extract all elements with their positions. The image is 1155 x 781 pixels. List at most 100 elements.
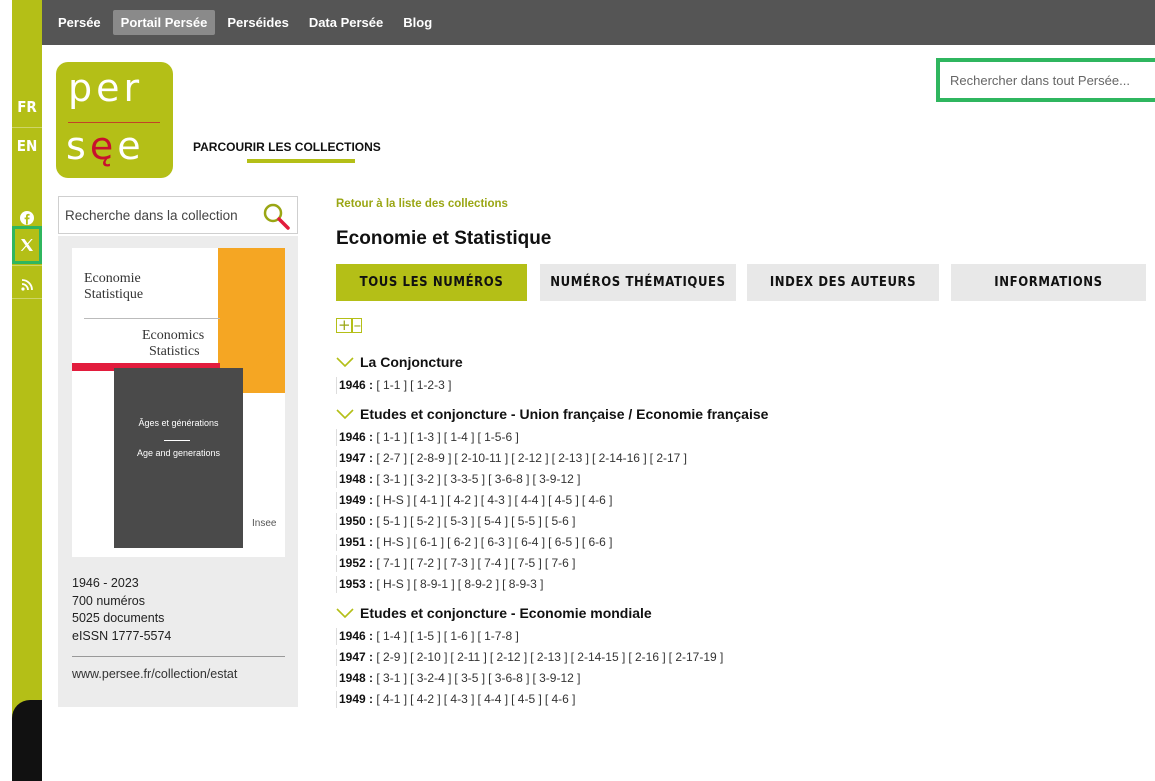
persee-logo[interactable]: per sęe [56,62,173,178]
issue-link[interactable]: [ 2-14-15 ] [571,650,626,664]
issue-link[interactable]: [ 6-1 ] [413,535,444,549]
issue-link[interactable]: [ 1-1 ] [376,378,407,392]
issue-link[interactable]: [ 7-6 ] [545,556,576,570]
issue-link[interactable]: [ 2-16 ] [628,650,665,664]
issue-link[interactable]: [ 6-2 ] [447,535,478,549]
search-icon[interactable] [261,201,291,231]
section-heading[interactable]: Etudes et conjoncture - Union française … [336,406,768,422]
issue-link[interactable]: [ 3-9-12 ] [532,472,580,486]
issue-link[interactable]: [ 3-3-5 ] [444,472,485,486]
issue-link[interactable]: [ 6-4 ] [514,535,545,549]
issue-link[interactable]: [ 4-4 ] [514,493,545,507]
issue-link[interactable]: [ 4-1 ] [413,493,444,507]
issue-link[interactable]: [ 4-5 ] [511,692,542,706]
issue-link[interactable]: [ 1-1 ] [376,430,407,444]
issue-link[interactable]: [ 7-5 ] [511,556,542,570]
collection-search-input[interactable] [65,207,255,223]
section-heading[interactable]: La Conjoncture [336,354,463,370]
tab-thematic-issues[interactable]: NUMÉROS THÉMATIQUES [540,264,736,301]
section-heading[interactable]: Etudes et conjoncture - Economie mondial… [336,605,652,621]
issue-link[interactable]: [ 5-4 ] [477,514,508,528]
lang-en-button[interactable]: EN [12,127,42,165]
nav-data-persee[interactable]: Data Persée [301,10,391,35]
issue-link[interactable]: [ 2-12 ] [511,451,548,465]
issue-link[interactable]: [ 2-9 ] [376,650,407,664]
issue-link[interactable]: [ 1-2-3 ] [410,378,451,392]
x-twitter-icon[interactable] [12,226,42,264]
issue-link[interactable]: [ 1-4 ] [376,629,407,643]
issue-link[interactable]: [ 4-6 ] [545,692,576,706]
issue-link[interactable]: [ 6-5 ] [548,535,579,549]
issue-link[interactable]: [ 3-9-12 ] [532,671,580,685]
issue-link[interactable]: [ H-S ] [376,493,410,507]
issue-link[interactable]: [ 8-9-3 ] [502,577,543,591]
issue-link[interactable]: [ 5-6 ] [545,514,576,528]
back-to-collections-link[interactable]: Retour à la liste des collections [336,198,508,210]
issue-link[interactable]: [ 7-3 ] [444,556,475,570]
issue-link[interactable]: [ 2-13 ] [552,451,589,465]
issue-link[interactable]: [ 3-6-8 ] [488,671,529,685]
issue-link[interactable]: [ 3-2 ] [410,472,441,486]
issue-link[interactable]: [ 1-5 ] [410,629,441,643]
issue-link[interactable]: [ 2-11 ] [450,650,486,664]
nav-portail-persee[interactable]: Portail Persée [112,10,216,35]
issue-link[interactable]: [ 5-1 ] [376,514,407,528]
tab-all-issues[interactable]: TOUS LES NUMÉROS [336,264,527,301]
browse-collections-link[interactable]: PARCOURIR LES COLLECTIONS [193,140,381,154]
issue-link[interactable]: [ 2-17-19 ] [669,650,724,664]
issue-link[interactable]: [ 7-4 ] [477,556,508,570]
issue-link[interactable]: [ 7-2 ] [410,556,441,570]
issue-link[interactable]: [ 4-2 ] [410,692,441,706]
issue-link[interactable]: [ 5-5 ] [511,514,542,528]
issue-link[interactable]: [ 4-3 ] [444,692,475,706]
issue-link[interactable]: [ 3-1 ] [376,472,407,486]
issue-link[interactable]: [ 4-6 ] [582,493,613,507]
issue-link[interactable]: [ 6-3 ] [481,535,512,549]
collection-url[interactable]: www.persee.fr/collection/estat [72,667,237,681]
issue-link[interactable]: [ 3-6-8 ] [488,472,529,486]
issue-link[interactable]: [ 2-7 ] [376,451,407,465]
issue-link[interactable]: [ 4-2 ] [447,493,478,507]
issue-link[interactable]: [ H-S ] [376,535,410,549]
tab-information[interactable]: INFORMATIONS [951,264,1146,301]
issue-link[interactable]: [ 1-6 ] [444,629,475,643]
global-search-input[interactable] [950,72,1155,88]
issue-link[interactable]: [ 2-8-9 ] [410,451,451,465]
issue-link[interactable]: [ 5-3 ] [444,514,475,528]
collapse-all-button[interactable]: – [351,318,363,333]
issue-link[interactable]: [ 3-5 ] [454,671,485,685]
issue-link[interactable]: [ H-S ] [376,577,410,591]
issue-link[interactable]: [ 8-9-1 ] [413,577,454,591]
issue-link[interactable]: [ 4-4 ] [477,692,508,706]
issue-link[interactable]: [ 4-5 ] [548,493,579,507]
tab-author-index[interactable]: INDEX DES AUTEURS [747,264,939,301]
collection-cover-image[interactable]: Economie Statistique Economics Statistics… [72,248,285,557]
lang-fr-button[interactable]: FR [12,88,42,126]
nav-persee[interactable]: Persée [50,10,109,35]
issue-link[interactable]: [ 1-7-8 ] [477,629,518,643]
issue-link[interactable]: [ 1-5-6 ] [477,430,518,444]
issue-link[interactable]: [ 1-4 ] [444,430,475,444]
year-label: 1947 : [339,650,374,664]
issue-link[interactable]: [ 3-2-4 ] [410,671,451,685]
cover-theme-fr: Âges et générations [138,418,219,428]
issue-link[interactable]: [ 8-9-2 ] [458,577,499,591]
issue-link[interactable]: [ 2-13 ] [530,650,567,664]
issue-link[interactable]: [ 2-14-16 ] [592,451,647,465]
issue-link[interactable]: [ 7-1 ] [376,556,407,570]
nav-blog[interactable]: Blog [395,10,440,35]
nav-perseides[interactable]: Perséides [219,10,296,35]
expand-all-button[interactable]: + [336,318,352,333]
issue-link[interactable]: [ 2-17 ] [650,451,687,465]
logo-divider [68,122,160,123]
issue-link[interactable]: [ 1-3 ] [410,430,441,444]
issue-link[interactable]: [ 2-10 ] [410,650,447,664]
issue-link[interactable]: [ 4-1 ] [376,692,407,706]
issue-link[interactable]: [ 5-2 ] [410,514,441,528]
issue-link[interactable]: [ 2-12 ] [490,650,527,664]
issue-link[interactable]: [ 6-6 ] [582,535,613,549]
issue-link[interactable]: [ 3-1 ] [376,671,407,685]
cover-theme-en: Age and generations [136,448,221,458]
issue-link[interactable]: [ 4-3 ] [481,493,512,507]
issue-link[interactable]: [ 2-10-11 ] [454,451,508,465]
